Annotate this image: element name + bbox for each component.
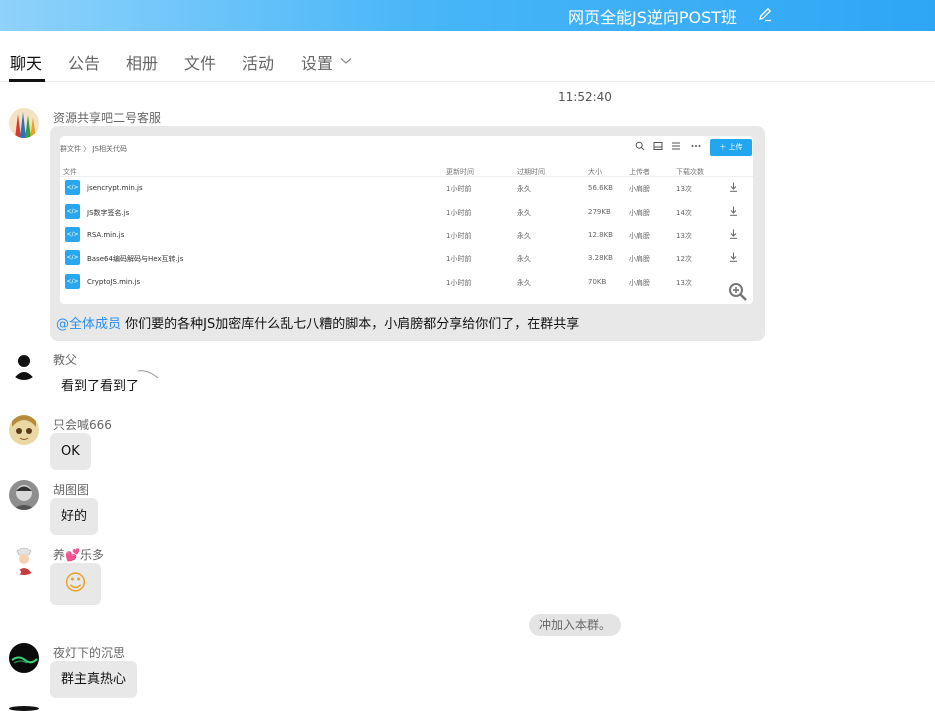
divider (60, 176, 753, 177)
table-row: </> Base64编码解码与Hex互转.js 1小时前 永久 3.28KB 小… (60, 248, 753, 268)
sender-name: 教父 (53, 353, 78, 367)
code-file-icon: </> (65, 180, 80, 195)
tab-activities[interactable]: 活动 (242, 50, 274, 74)
download-icon (730, 229, 737, 239)
code-file-icon: </> (65, 204, 80, 219)
message-text: 看到了看到了 (61, 379, 140, 394)
file-updated: 1小时前 (446, 279, 472, 287)
file-updated: 1小时前 (446, 185, 472, 193)
more-icon (691, 145, 701, 147)
file-uploader: 小肩膀 (629, 185, 650, 193)
file-downloads: 14次 (676, 209, 692, 217)
message-bubble[interactable]: 群主真热心 (50, 661, 138, 698)
file-downloads: 13次 (676, 279, 692, 287)
tab-bar: 聊天 公告 相册 文件 活动 设置 (0, 31, 935, 82)
avatar[interactable] (9, 108, 39, 138)
scribble-mark (137, 370, 159, 379)
upload-label: 上传 (728, 143, 743, 151)
file-updated: 1小时前 (446, 232, 472, 240)
download-icon (730, 206, 737, 216)
file-size: 279KB (588, 208, 611, 216)
table-row: </> JS数字签名.js 1小时前 永久 279KB 小肩膀 14次 (60, 202, 753, 222)
message-bubble[interactable]: ☺ (50, 563, 101, 605)
smiley-emoji-icon: ☺ (64, 571, 87, 596)
file-downloads: 12次 (676, 255, 692, 263)
file-size: 12.8KB (588, 231, 613, 239)
file-name: Base64编码解码与Hex互转.js (87, 255, 184, 263)
download-icon (730, 252, 737, 262)
inbox-icon (653, 142, 663, 150)
message-body: 你们要的各种JS加密库什么乱七八糟的脚本，小肩膀都分享给你们了，在群共享 (125, 317, 580, 332)
file-uploader: 小肩膀 (629, 255, 650, 263)
code-file-icon: </> (65, 250, 80, 265)
file-updated: 1小时前 (446, 255, 472, 263)
message-bubble[interactable]: 好的 (50, 498, 99, 535)
tab-settings[interactable]: 设置 (301, 50, 333, 74)
avatar[interactable] (9, 350, 39, 380)
table-row: </> jsencrypt.min.js 1小时前 永久 56.6KB 小肩膀 … (60, 178, 753, 198)
avatar[interactable] (9, 643, 39, 673)
message-bubble[interactable]: 看到了看到了 (50, 368, 150, 405)
edit-icon[interactable] (757, 6, 773, 22)
code-file-icon: </> (65, 227, 80, 242)
tab-files[interactable]: 文件 (184, 50, 216, 74)
avatar[interactable] (9, 415, 39, 445)
file-updated: 1小时前 (446, 209, 472, 217)
upload-button: ＋ 上传 (710, 139, 752, 156)
message-list[interactable]: 11:52:40 资源共享吧二号客服 群文件 〉 JS相关代码 ＋ 上传 文件 … (0, 82, 935, 711)
file-name: CryptoJS.min.js (87, 278, 141, 286)
sender-name: 只会喊666 (53, 418, 112, 432)
table-row: </> RSA.min.js 1小时前 永久 12.8KB 小肩膀 13次 (60, 225, 753, 245)
file-expires: 永久 (517, 185, 531, 193)
file-name: jsencrypt.min.js (87, 184, 143, 192)
sender-name: 资源共享吧二号客服 (53, 111, 162, 125)
tab-announcements[interactable]: 公告 (68, 50, 100, 74)
chevron-down-icon[interactable] (340, 57, 352, 65)
zoom-in-icon[interactable] (728, 282, 748, 302)
tab-chat[interactable]: 聊天 (10, 50, 42, 74)
avatar[interactable] (9, 545, 39, 575)
file-expires: 永久 (517, 279, 531, 287)
file-downloads: 13次 (676, 232, 692, 240)
title-bar: 网页全能JS逆向POST班 (0, 0, 935, 31)
group-title: 网页全能JS逆向POST班 (568, 8, 738, 27)
file-downloads: 13次 (676, 185, 692, 193)
file-size: 56.6KB (588, 184, 613, 192)
mention-all[interactable]: @全体成员 (56, 317, 121, 332)
file-size: 70KB (588, 278, 607, 286)
system-notice: 冲加入本群。 (529, 614, 622, 636)
file-uploader: 小肩膀 (629, 232, 650, 240)
download-icon (730, 182, 737, 192)
tab-album[interactable]: 相册 (126, 50, 158, 74)
avatar[interactable] (9, 480, 39, 510)
file-expires: 永久 (517, 255, 531, 263)
message-bubble[interactable]: 群文件 〉 JS相关代码 ＋ 上传 文件 更新时间 过期时间 大小 上传者 下载… (50, 126, 765, 341)
file-size: 3.28KB (588, 254, 613, 262)
message-text: 好的 (61, 509, 88, 524)
message-text: @全体成员 你们要的各种JS加密库什么乱七八糟的脚本，小肩膀都分享给你们了，在群… (56, 313, 579, 332)
table-row: </> CryptoJS.min.js 1小时前 永久 70KB 小肩膀 13次 (60, 272, 753, 292)
file-name: JS数字签名.js (87, 209, 130, 217)
message-bubble[interactable]: OK (50, 433, 91, 470)
list-icon (672, 142, 680, 150)
file-name: RSA.min.js (87, 231, 125, 239)
file-expires: 永久 (517, 209, 531, 217)
message-text: OK (61, 444, 80, 459)
search-icon (635, 141, 645, 151)
code-file-icon: </> (65, 274, 80, 289)
avatar[interactable] (9, 706, 39, 711)
sender-name: 养💕乐多 (53, 548, 104, 562)
sender-name: 胡图图 (53, 483, 90, 497)
file-uploader: 小肩膀 (629, 279, 650, 287)
message-text: 群主真热心 (61, 672, 127, 687)
message-timestamp: 11:52:40 (558, 90, 612, 104)
file-expires: 永久 (517, 232, 531, 240)
image-breadcrumb: 群文件 〉 JS相关代码 (60, 145, 127, 153)
file-uploader: 小肩膀 (629, 209, 650, 217)
sender-name: 夜灯下的沉思 (53, 646, 126, 660)
shared-image[interactable]: 群文件 〉 JS相关代码 ＋ 上传 文件 更新时间 过期时间 大小 上传者 下载… (60, 136, 753, 304)
